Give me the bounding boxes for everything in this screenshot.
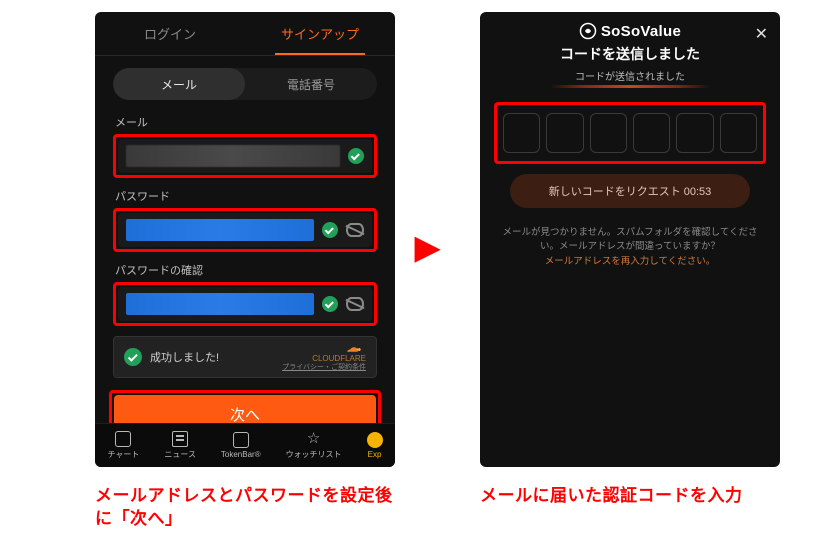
- news-icon: [172, 431, 188, 447]
- highlight-mail-field: [113, 134, 377, 178]
- redacted-email-bar: [550, 85, 710, 88]
- mail-input[interactable]: [126, 145, 340, 167]
- help-text: メールが見つかりません。スパムフォルダを確認してください。メールアドレスが間違っ…: [500, 226, 760, 269]
- password-field-label: パスワード: [115, 188, 377, 204]
- confirm-password-input[interactable]: [126, 293, 314, 315]
- nav-tokenbar-label: TokenBar®: [221, 450, 261, 459]
- nav-watch-label: ウォッチリスト: [286, 449, 342, 460]
- request-new-code-button[interactable]: 新しいコードをリクエスト 00:53: [510, 174, 750, 208]
- tokenbar-icon: [233, 432, 249, 448]
- exp-icon: [367, 432, 383, 448]
- nav-tokenbar[interactable]: TokenBar®: [221, 432, 261, 459]
- bottom-nav: チャート ニュース TokenBar® ☆ ウォッチリスト Exp: [95, 423, 395, 467]
- valid-check-icon: [322, 296, 338, 312]
- nav-exp[interactable]: Exp: [367, 432, 383, 459]
- signup-phone-screenshot: ログイン サインアップ メール 電話番号 メール パスワード パスワードの確認: [95, 12, 395, 467]
- nav-chart-label: チャート: [107, 449, 139, 460]
- nav-news[interactable]: ニュース: [164, 431, 196, 460]
- star-icon: ☆: [306, 431, 322, 447]
- help-line-1: メールが見つかりません。スパムフォルダを確認してください。メールアドレスが間違っ…: [500, 226, 760, 255]
- verify-phone-screenshot: SoSoValue ✕ コードを送信しました コードが送信されました 新しいコー…: [480, 12, 780, 467]
- nav-news-label: ニュース: [164, 449, 196, 460]
- highlight-password-field: [113, 208, 377, 252]
- brand-name: SoSoValue: [601, 23, 681, 40]
- caption-right: メールに届いた認証コードを入力: [480, 485, 800, 508]
- tab-signup[interactable]: サインアップ: [245, 12, 395, 55]
- tab-login[interactable]: ログイン: [95, 12, 245, 55]
- cloudflare-badge: CLOUDFLARE プライバシー・ご契約条件: [282, 342, 366, 371]
- code-input-6[interactable]: [720, 113, 757, 153]
- nav-watchlist[interactable]: ☆ ウォッチリスト: [286, 431, 342, 460]
- captcha-status-text: 成功しました!: [150, 349, 219, 365]
- signup-method-segment: メール 電話番号: [95, 56, 395, 104]
- code-input-2[interactable]: [546, 113, 583, 153]
- password-input[interactable]: [126, 219, 314, 241]
- verify-title: コードを送信しました: [496, 44, 764, 64]
- code-input-5[interactable]: [676, 113, 713, 153]
- confirm-password-field-label: パスワードの確認: [115, 262, 377, 278]
- mail-field-label: メール: [115, 114, 377, 130]
- code-input-1[interactable]: [503, 113, 540, 153]
- segment-phone[interactable]: 電話番号: [245, 68, 377, 100]
- code-input-4[interactable]: [633, 113, 670, 153]
- nav-exp-label: Exp: [368, 450, 382, 459]
- toggle-visibility-icon[interactable]: [346, 223, 364, 237]
- valid-check-icon: [322, 222, 338, 238]
- nav-chart[interactable]: チャート: [107, 431, 139, 460]
- flow-arrow-icon: ▶: [415, 228, 440, 266]
- reenter-email-link[interactable]: メールアドレスを再入力してください。: [500, 255, 760, 269]
- valid-check-icon: [348, 148, 364, 164]
- caption-left: メールアドレスとパスワードを設定後に「次へ」: [95, 485, 405, 531]
- captcha-success-icon: [124, 348, 142, 366]
- segment-mail[interactable]: メール: [113, 68, 245, 100]
- highlight-confirm-field: [113, 282, 377, 326]
- highlight-code-boxes: [494, 102, 766, 164]
- chart-icon: [115, 431, 131, 447]
- verify-subtitle: コードが送信されました: [496, 68, 764, 83]
- close-icon[interactable]: ✕: [755, 24, 768, 44]
- code-input-3[interactable]: [590, 113, 627, 153]
- auth-tabs: ログイン サインアップ: [95, 12, 395, 56]
- captcha-widget: 成功しました! CLOUDFLARE プライバシー・ご契約条件: [113, 336, 377, 378]
- toggle-visibility-icon[interactable]: [346, 297, 364, 311]
- brand-logo: SoSoValue: [496, 22, 764, 40]
